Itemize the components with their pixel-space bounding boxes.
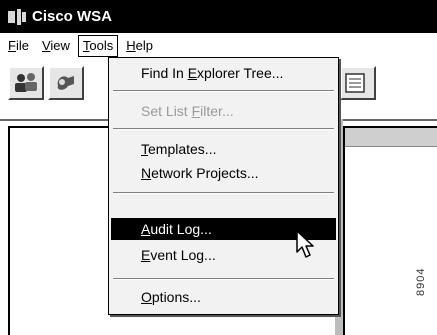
window-title: Cisco WSA [32,8,113,25]
mouse-pointer-icon [296,230,314,258]
network-button[interactable] [48,66,84,100]
title-bar: Cisco WSA [0,0,437,33]
menu-item-find-in-explorer-tree[interactable]: Find In Explorer Tree... [111,62,336,84]
menu-bar: File View Tools Help [0,33,437,59]
document-button[interactable] [340,66,376,100]
menu-help[interactable]: Help [121,35,158,57]
menu-item-templates[interactable]: Templates... [111,138,336,160]
network-icon [57,76,74,90]
menu-view[interactable]: View [37,35,75,57]
menu-tools[interactable]: Tools [77,35,119,57]
list-pane[interactable] [343,126,437,335]
menu-separator [113,278,334,280]
menu-item-set-list-filter: Set List Filter... [141,103,234,119]
menu-separator [113,192,334,194]
document-icon [345,73,365,93]
figure-number: 8904 [415,267,427,296]
menu-item-options[interactable]: Options... [111,286,336,308]
menu-file[interactable]: File [3,35,34,57]
app-icon [8,8,26,25]
menu-separator [113,128,334,130]
menu-separator [113,90,334,92]
list-header[interactable] [345,128,437,147]
menu-item-network-projects[interactable]: Network Projects... [111,162,336,184]
users-icon [15,73,37,92]
users-button[interactable] [8,66,44,100]
tools-dropdown-menu: Find In Explorer Tree... Set List Filter… [108,57,339,315]
